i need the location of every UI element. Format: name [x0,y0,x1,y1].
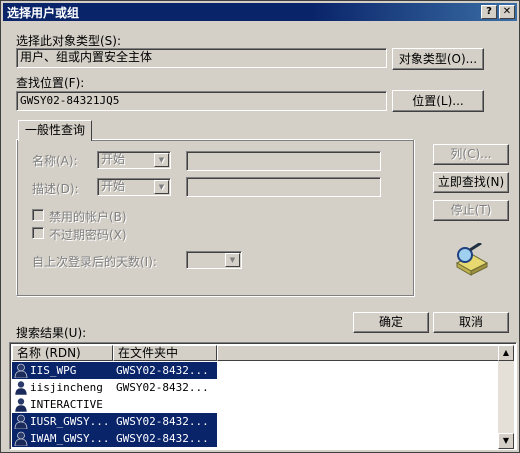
non-expiring-password-label: 不过期密码(X) [49,228,127,242]
name-mode-value: 开始 [101,152,126,166]
column-header-filler [217,345,500,361]
chevron-down-icon: ▼ [225,253,240,267]
scroll-up-button[interactable]: ▲ [498,345,514,361]
name-text: INTERACTIVE [30,398,103,411]
user-icon [14,363,28,378]
help-button[interactable]: ? [481,5,497,19]
name-cell: INTERACTIVE [12,396,113,413]
table-row[interactable]: IIS_WPG GWSY02-8432... [12,362,502,379]
table-row[interactable]: IUSR_GWSY... GWSY02-8432... [12,413,502,430]
name-text: IIS_WPG [30,364,77,377]
object-types-button[interactable]: 对象类型(O)... [392,48,484,70]
name-cell: IUSR_GWSY... [12,413,113,430]
chevron-down-icon: ▼ [154,180,169,194]
object-types-field: 用户、组或内置安全主体 [16,48,387,68]
folder-cell: GWSY02-8432... [113,430,217,447]
search-animation-icon [451,241,491,277]
name-label: 名称(A): [32,154,78,168]
user-icon [14,380,28,395]
folder-cell: GWSY02-8432... [116,381,209,394]
location-button[interactable]: 位置(L)... [392,90,484,112]
window-title: 选择用户或组 [7,6,80,20]
description-mode-value: 开始 [101,179,126,193]
close-button[interactable]: ✕ [499,5,515,19]
name-text: LOCAL SER... [30,449,109,450]
user-icon [19,448,23,449]
column-header-name[interactable]: 名称 (RDN) [12,345,113,361]
tab-general-query[interactable]: 一般性查询 [18,120,92,141]
description-label: 描述(D): [32,182,79,196]
name-text: IWAM_GWSY... [30,432,110,445]
folder-cell [113,447,217,449]
column-header-folder[interactable]: 在文件夹中 [113,345,217,361]
description-mode-select[interactable]: 开始 ▼ [97,178,171,196]
table-row[interactable]: iisjincheng GWSY02-8432... [12,379,502,396]
title-bar[interactable]: 选择用户或组 ? ✕ [3,3,517,21]
folder-cell [113,396,217,413]
user-icon [14,414,28,429]
name-input[interactable] [186,151,381,171]
days-since-logon-label: 自上次登录后的天数(I): [32,255,157,269]
find-now-button[interactable]: 立即查找(N) [433,172,509,193]
select-users-dialog: 选择用户或组 ? ✕ 选择此对象类型(S): 用户、组或内置安全主体 对象类型(… [0,0,520,453]
name-cell: IIS_WPG [12,362,113,379]
search-results-list[interactable]: 名称 (RDN) 在文件夹中 IIS_WPG GWSY02-8432... iisj… [9,342,517,450]
location-label: 查找位置(F): [16,76,85,90]
name-text: iisjincheng [30,381,103,394]
ok-button[interactable]: 确定 [353,312,429,333]
object-types-label: 选择此对象类型(S): [16,34,122,48]
name-cell: iisjincheng [12,379,113,396]
folder-cell: GWSY02-8432... [113,362,217,379]
description-input[interactable] [186,177,381,197]
table-row[interactable]: LOCAL SER... [12,447,502,450]
disabled-accounts-checkbox[interactable] [32,209,44,221]
user-icon [14,431,28,446]
name-cell: IWAM_GWSY... [12,430,113,447]
table-row[interactable]: IWAM_GWSY... GWSY02-8432... [12,430,502,447]
chevron-down-icon: ▼ [154,153,169,167]
user-icon [14,397,28,412]
cancel-button[interactable]: 取消 [433,312,509,333]
non-expiring-password-checkbox[interactable] [32,227,44,239]
table-row[interactable]: INTERACTIVE [12,396,502,413]
columns-button[interactable]: 列(C)... [433,144,509,165]
search-results-label: 搜索结果(U): [16,326,87,340]
name-text: IUSR_GWSY... [30,415,110,428]
vertical-scrollbar[interactable]: ▲ ▼ [498,345,514,449]
disabled-accounts-label: 禁用的帐户(B) [49,210,127,224]
name-cell: LOCAL SER... [12,447,113,450]
scroll-down-button[interactable]: ▼ [498,433,514,449]
stop-button[interactable]: 停止(T) [433,200,509,221]
location-field: GWSY02-84321JQ5 [16,91,387,111]
days-since-logon-select[interactable]: ▼ [186,251,242,269]
folder-cell: GWSY02-8432... [113,413,217,430]
name-mode-select[interactable]: 开始 ▼ [97,151,171,169]
